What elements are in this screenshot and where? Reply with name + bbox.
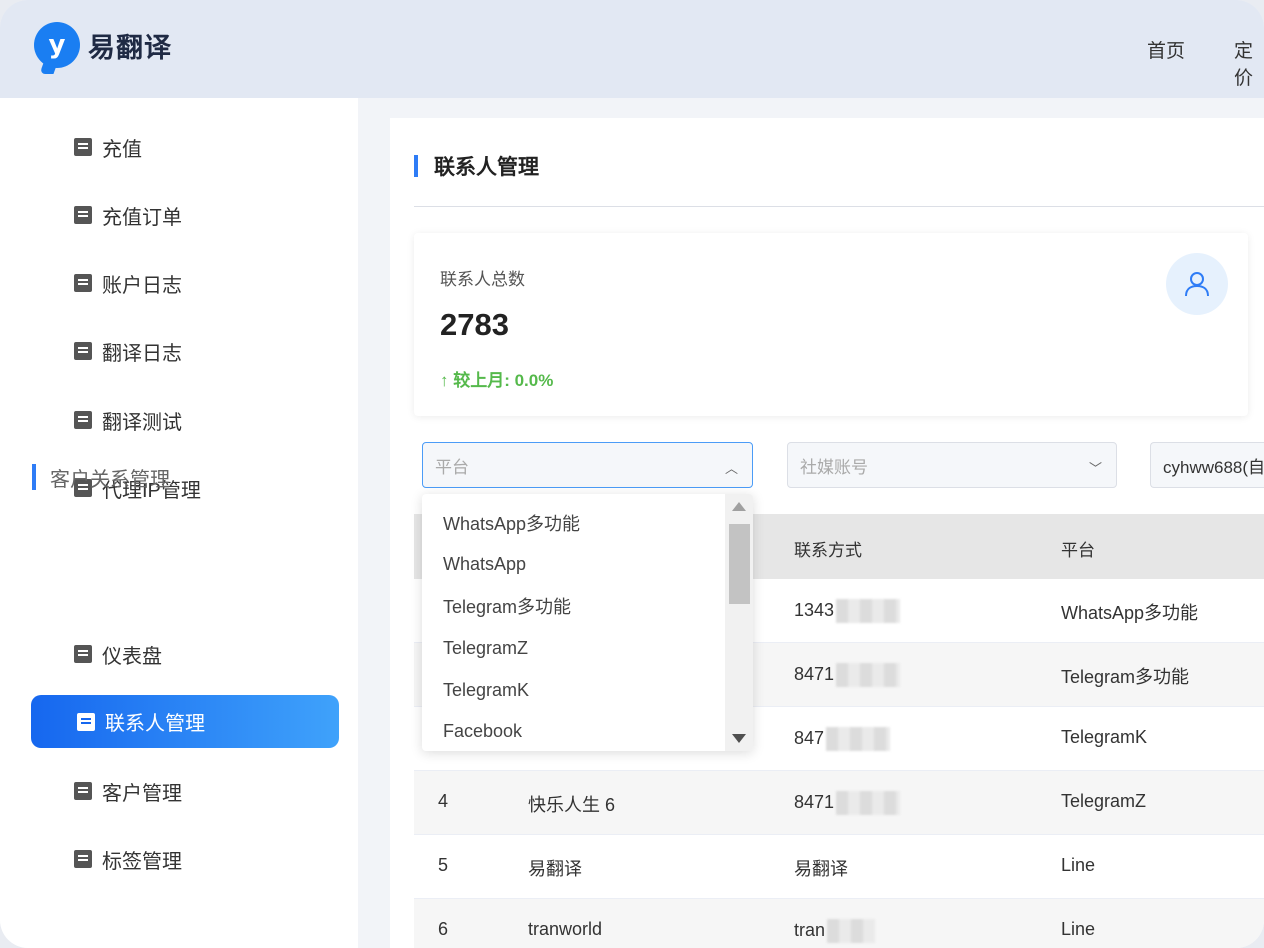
sidebar-item-label: 账户日志	[102, 274, 182, 297]
cell-contact: tran	[794, 919, 876, 943]
dropdown-option[interactable]: Telegram多功能	[443, 591, 571, 621]
cell-platform: Telegram多功能	[1061, 667, 1190, 687]
logo[interactable]: y 易翻译	[34, 22, 172, 68]
user-icon	[1166, 253, 1228, 315]
clipboard-icon	[74, 138, 92, 156]
sidebar-item-recharge[interactable]: 充值	[74, 132, 142, 162]
translate-icon	[74, 645, 92, 663]
account-select-placeholder: 社媒账号	[800, 457, 868, 477]
clipboard-icon	[74, 411, 92, 429]
cell-contact: 8471	[794, 663, 901, 687]
contacts-total-card: 联系人总数 2783 ↑ 较上月: 0.0%	[414, 233, 1248, 416]
user-select-value: cyhww688(自	[1163, 457, 1264, 477]
cell-contact: 847	[794, 727, 891, 751]
nav-pricing[interactable]: 定价	[1234, 36, 1264, 90]
cell-platform: TelegramZ	[1061, 791, 1147, 811]
column-header-platform[interactable]: 平台	[1061, 536, 1095, 561]
sidebar-item-label: 翻译测试	[102, 411, 182, 434]
section-marker	[32, 464, 36, 490]
dropdown-option[interactable]: WhatsApp多功能	[443, 508, 580, 538]
app-window: y 易翻译 首页 定价 充值 充值订单 账户日志 翻译日志 翻译测试 代理IP管…	[0, 0, 1264, 948]
cell-no: 6	[438, 919, 449, 939]
cell-platform: Line	[1061, 855, 1096, 875]
user-select[interactable]: cyhww688(自	[1150, 442, 1264, 488]
redacted-mask	[827, 919, 876, 943]
code-icon	[77, 712, 95, 731]
cell-platform: TelegramK	[1061, 727, 1148, 747]
stat-change: ↑ 较上月: 0.0%	[440, 371, 554, 390]
page-title: 联系人管理	[414, 151, 539, 181]
books-icon	[74, 206, 92, 224]
table-row[interactable]: 4 快乐人生 6 8471 TelegramZ	[414, 771, 1264, 835]
cell-no: 4	[438, 791, 449, 811]
code-icon	[74, 342, 92, 360]
platform-dropdown: WhatsApp多功能 WhatsApp Telegram多功能 Telegra…	[422, 494, 753, 751]
scroll-down-icon[interactable]	[732, 734, 746, 743]
cell-name: 易翻译	[528, 859, 582, 879]
title-marker	[414, 155, 418, 177]
logo-icon: y	[34, 22, 80, 68]
cell-no: 5	[438, 855, 449, 875]
top-bar: y 易翻译 首页 定价	[0, 0, 1264, 98]
sidebar-item-customers[interactable]: 客户管理	[74, 776, 182, 806]
page-title-text: 联系人管理	[434, 156, 539, 179]
column-header-contact[interactable]: 联系方式	[794, 536, 862, 561]
scroll-thumb[interactable]	[729, 524, 750, 604]
redacted-mask	[836, 791, 901, 815]
sidebar-item-label: 客户管理	[102, 782, 182, 805]
nav-home[interactable]: 首页	[1147, 36, 1185, 63]
redacted-mask	[826, 727, 891, 751]
cell-name: tranworld	[528, 919, 603, 939]
dropdown-scrollbar[interactable]	[725, 494, 753, 751]
sidebar-item-translation-log[interactable]: 翻译日志	[74, 336, 182, 366]
redacted-mask	[836, 663, 901, 687]
table-row[interactable]: 6 tranworld tran Line	[414, 899, 1264, 948]
chevron-down-icon: ﹀	[1088, 461, 1102, 476]
account-select[interactable]: 社媒账号 ﹀	[787, 442, 1117, 488]
platform-select-placeholder: 平台	[435, 457, 469, 477]
sidebar-item-account-log[interactable]: 账户日志	[74, 268, 182, 298]
sidebar-item-contacts[interactable]: 联系人管理	[31, 695, 339, 748]
scroll-up-icon[interactable]	[732, 502, 746, 511]
stat-value: 2783	[440, 307, 509, 342]
sidebar-item-dashboard[interactable]: 仪表盘	[74, 639, 162, 669]
dropdown-option[interactable]: TelegramZ	[443, 633, 528, 663]
clipboard-icon	[74, 782, 92, 800]
cell-contact: 8471	[794, 791, 901, 815]
dropdown-option[interactable]: TelegramK	[443, 675, 529, 705]
divider	[414, 206, 1264, 207]
table-row[interactable]: 5 易翻译 易翻译 Line	[414, 835, 1264, 899]
cell-contact: 易翻译	[794, 859, 848, 879]
section-label: 客户关系管理	[50, 468, 170, 491]
sidebar-item-label: 仪表盘	[102, 645, 162, 668]
cell-platform: WhatsApp多功能	[1061, 603, 1199, 623]
redacted-mask	[836, 599, 901, 623]
cell-contact: 1343	[794, 599, 901, 623]
sidebar-item-recharge-orders[interactable]: 充值订单	[74, 200, 182, 230]
app-name: 易翻译	[88, 32, 172, 63]
chevron-up-icon: ︿	[724, 461, 738, 476]
sidebar-item-label: 标签管理	[102, 850, 182, 873]
platform-select[interactable]: 平台 ︿	[422, 442, 753, 488]
cell-platform: Line	[1061, 919, 1096, 939]
cell-name: 快乐人生 6	[528, 795, 616, 815]
sidebar-section-crm: 客户关系管理	[32, 464, 170, 491]
stat-label: 联系人总数	[440, 270, 525, 289]
sidebar-item-label: 充值订单	[102, 206, 182, 229]
sidebar-item-label: 翻译日志	[102, 342, 182, 365]
dropdown-option[interactable]: Facebook	[443, 716, 522, 746]
sidebar-item-translation-test[interactable]: 翻译测试	[74, 405, 182, 435]
dropdown-option[interactable]: WhatsApp	[443, 549, 526, 579]
sidebar-item-label: 充值	[102, 138, 142, 161]
sidebar-item-label: 联系人管理	[105, 713, 205, 735]
clipboard-icon	[74, 850, 92, 868]
sidebar-item-tags[interactable]: 标签管理	[74, 844, 182, 874]
translate-icon	[74, 274, 92, 292]
